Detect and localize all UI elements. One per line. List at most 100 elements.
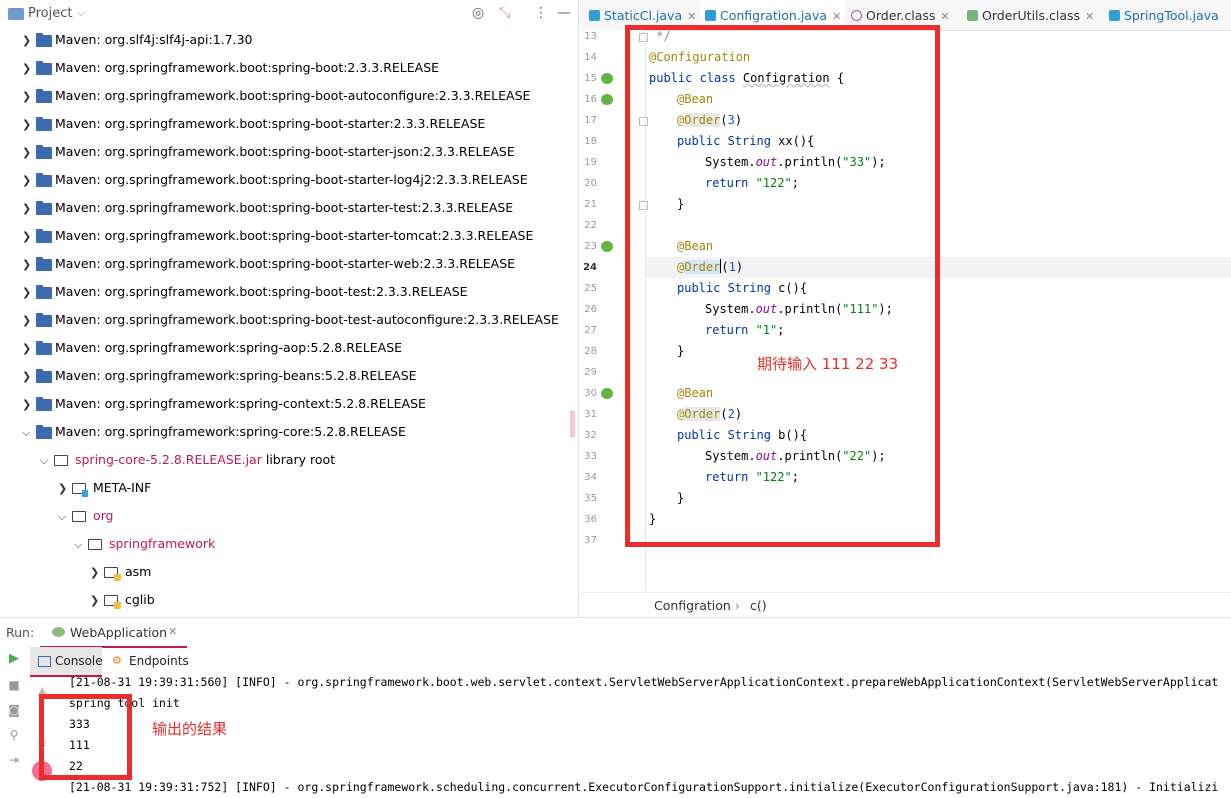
- spring-config-icon[interactable]: [601, 73, 613, 84]
- tree-item-maven[interactable]: ❯ Maven: org.springframework.boot:spring-…: [22, 282, 468, 302]
- tree-item-label: Maven: org.springframework.boot:spring-b…: [55, 200, 514, 215]
- package-icon: [104, 567, 121, 581]
- breadcrumb-separator: ›: [735, 598, 740, 613]
- console-line: [21-08-31 19:39:31:752] [INFO] - org.spr…: [69, 780, 1219, 794]
- library-icon: [36, 116, 52, 131]
- library-icon: [36, 60, 52, 75]
- annotation-expect-text: 期待输入 111 22 33: [757, 355, 899, 373]
- line-number: 31: [584, 409, 597, 420]
- close-icon[interactable]: ✕: [1085, 10, 1094, 23]
- tree-item-maven[interactable]: ❯ Maven: org.springframework:spring-beans…: [22, 366, 417, 386]
- tree-item-org[interactable]: ⌵ org: [58, 506, 114, 526]
- close-icon[interactable]: ✕: [940, 10, 949, 23]
- tab-orderutils-class[interactable]: OrderUtils.class ✕: [967, 0, 1094, 30]
- chevron-right-icon[interactable]: ❯: [22, 339, 36, 359]
- tree-item-maven[interactable]: ❯ Maven: org.springframework.boot:spring-…: [22, 86, 530, 106]
- tree-item-label: Maven: org.springframework.boot:spring-b…: [55, 312, 559, 327]
- line-number: 35: [584, 493, 597, 504]
- chevron-right-icon[interactable]: ❯: [22, 311, 36, 331]
- tree-item-maven[interactable]: ❯ Maven: org.springframework.boot:spring-…: [22, 198, 513, 218]
- line-number: 27: [584, 325, 597, 336]
- tab-endpoints[interactable]: ⚙ Endpoints: [110, 647, 200, 675]
- chevron-right-icon[interactable]: ❯: [90, 591, 104, 611]
- breadcrumb-method[interactable]: c(): [750, 598, 767, 613]
- exit-icon[interactable]: ⇥: [7, 753, 21, 767]
- java-file-icon: [1109, 10, 1120, 21]
- chevron-down-icon[interactable]: ⌵: [22, 423, 36, 443]
- chevron-right-icon[interactable]: ❯: [22, 87, 36, 107]
- chevron-right-icon[interactable]: ❯: [22, 367, 36, 387]
- annotation-box-code: [625, 25, 940, 547]
- line-number: 16: [584, 94, 597, 105]
- meta-folder-icon: [72, 483, 88, 497]
- chevron-right-icon[interactable]: ❯: [22, 395, 36, 415]
- project-title[interactable]: Project: [28, 6, 72, 21]
- console-icon: [38, 656, 51, 667]
- chevron-right-icon[interactable]: ❯: [22, 227, 36, 247]
- collapse-icon[interactable]: ⤡: [499, 5, 510, 21]
- tree-item-meta-inf[interactable]: ❯ META-INF: [58, 478, 151, 498]
- chevron-right-icon[interactable]: ❯: [90, 563, 104, 583]
- run-panel: Run: WebApplication ✕ ▶ ■ ◙ ⚲ ⇥ Console …: [0, 617, 1231, 794]
- more-options-icon[interactable]: ⋮: [534, 5, 548, 21]
- tab-label: Configration.java: [720, 8, 828, 23]
- tree-item-jar[interactable]: ⌵ spring-core-5.2.8.RELEASE.jar library …: [40, 450, 335, 470]
- tree-item-maven[interactable]: ❯ Maven: org.slf4j:slf4j-api:1.7.30: [22, 30, 253, 50]
- tree-item-asm[interactable]: ❯ asm: [90, 562, 151, 582]
- chevron-right-icon[interactable]: ❯: [22, 199, 36, 219]
- breadcrumb-class[interactable]: Configration: [654, 598, 731, 613]
- tree-item-maven[interactable]: ❯ Maven: org.springframework.boot:spring-…: [22, 226, 533, 246]
- tree-item-maven[interactable]: ❯ Maven: org.springframework:spring-aop:5…: [22, 338, 402, 358]
- target-icon[interactable]: ◎: [472, 5, 484, 21]
- tree-item-maven[interactable]: ❯ Maven: org.springframework.boot:spring-…: [22, 58, 439, 78]
- chevron-right-icon[interactable]: ❯: [22, 283, 36, 303]
- chevron-down-icon[interactable]: ⌵: [77, 6, 85, 20]
- line-number: 33: [584, 451, 597, 462]
- hide-icon[interactable]: —: [557, 5, 571, 21]
- tree-item-maven[interactable]: ❯ Maven: org.springframework.boot:spring-…: [22, 254, 515, 274]
- chevron-right-icon[interactable]: ❯: [22, 59, 36, 79]
- library-icon: [36, 368, 52, 383]
- library-icon: [36, 256, 52, 271]
- tree-item-maven[interactable]: ❯ Maven: org.springframework:spring-conte…: [22, 394, 426, 414]
- line-number: 37: [584, 535, 597, 546]
- line-number: 17: [584, 115, 597, 126]
- close-icon[interactable]: ✕: [168, 625, 177, 638]
- chevron-down-icon[interactable]: ⌵: [58, 507, 72, 527]
- stop-icon[interactable]: ■: [7, 678, 21, 692]
- rerun-icon[interactable]: ▶: [7, 652, 21, 666]
- library-icon: [36, 424, 52, 439]
- tab-springtool[interactable]: SpringTool.java: [1109, 0, 1219, 30]
- chevron-right-icon[interactable]: ❯: [22, 31, 36, 51]
- tree-item-springframework[interactable]: ⌵ springframework: [74, 534, 215, 554]
- tree-item-maven[interactable]: ❯ Maven: org.springframework.boot:spring-…: [22, 310, 559, 330]
- close-icon[interactable]: ✕: [832, 10, 841, 23]
- chevron-right-icon[interactable]: ❯: [22, 143, 36, 163]
- tree-item-maven[interactable]: ❯ Maven: org.springframework.boot:spring-…: [22, 170, 528, 190]
- pin-icon[interactable]: ⚲: [7, 728, 21, 742]
- class-file-icon: [851, 10, 862, 21]
- run-tab-label: WebApplication: [70, 625, 168, 640]
- tree-item-label: cglib: [124, 592, 155, 607]
- chevron-down-icon[interactable]: ⌵: [40, 451, 54, 471]
- tree-item-maven-expanded[interactable]: ⌵ Maven: org.springframework:spring-core:…: [22, 422, 406, 442]
- chevron-right-icon[interactable]: ❯: [22, 255, 36, 275]
- tree-item-label: Maven: org.springframework.boot:spring-b…: [55, 144, 515, 159]
- tree-item-maven[interactable]: ❯ Maven: org.springframework.boot:spring-…: [22, 114, 485, 134]
- breadcrumb: Configration › c(): [579, 592, 1231, 618]
- scrollbar[interactable]: [570, 410, 575, 438]
- tree-item-maven[interactable]: ❯ Maven: org.springframework.boot:spring-…: [22, 142, 515, 162]
- chevron-down-icon[interactable]: ⌵: [74, 535, 88, 555]
- chevron-right-icon[interactable]: ❯: [22, 171, 36, 191]
- spring-bean-icon[interactable]: [601, 241, 613, 252]
- spring-bean-icon[interactable]: [601, 94, 613, 105]
- camera-icon[interactable]: ◙: [7, 703, 21, 717]
- line-number: 15: [584, 73, 597, 84]
- tab-label: OrderUtils.class: [982, 8, 1081, 23]
- chevron-right-icon[interactable]: ❯: [58, 479, 72, 499]
- chevron-right-icon[interactable]: ❯: [22, 115, 36, 135]
- tree-item-cglib[interactable]: ❯ cglib: [90, 590, 155, 610]
- tab-webapplication[interactable]: WebApplication ✕: [40, 618, 187, 648]
- spring-bean-icon[interactable]: [601, 388, 613, 399]
- close-icon[interactable]: ✕: [687, 10, 696, 23]
